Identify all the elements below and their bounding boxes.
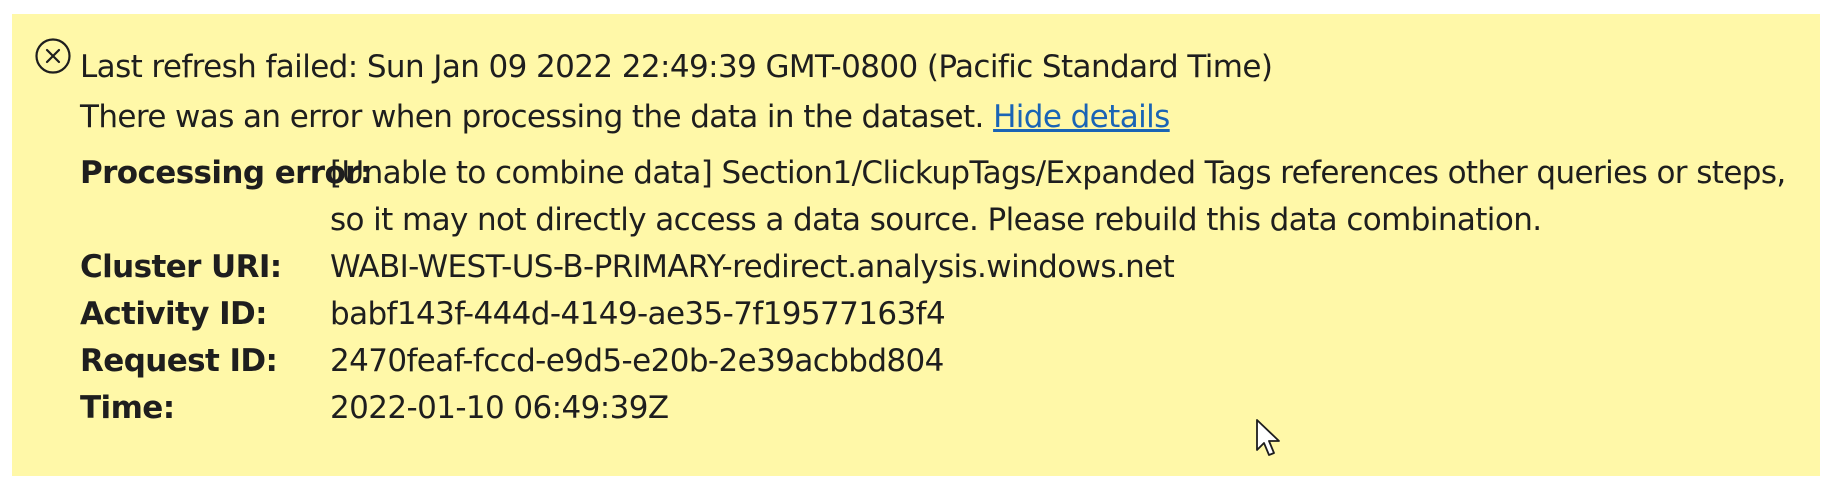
detail-label: Activity ID: [80, 296, 268, 332]
error-details-list: Processing error: [Unable to combine dat… [80, 150, 1810, 432]
error-headline: Last refresh failed: Sun Jan 09 2022 22:… [80, 49, 1273, 85]
detail-value: WABI-WEST-US-B-PRIMARY-redirect.analysis… [330, 249, 1175, 285]
error-message: There was an error when processing the d… [80, 99, 984, 135]
detail-row-request-id: Request ID: 2470feaf-fccd-e9d5-e20b-2e39… [80, 338, 1810, 385]
arrow-pointer-icon [1256, 419, 1280, 456]
error-circle-x-icon [35, 38, 71, 74]
detail-row-processing-error: Processing error: [Unable to combine dat… [80, 150, 1810, 244]
error-message-line: There was an error when processing the d… [80, 94, 1170, 140]
refresh-error-banner: Last refresh failed: Sun Jan 09 2022 22:… [12, 14, 1820, 476]
detail-row-time: Time: 2022-01-10 06:49:39Z [80, 385, 1810, 432]
hide-details-link[interactable]: Hide details [993, 99, 1170, 135]
detail-value: 2022-01-10 06:49:39Z [330, 390, 669, 426]
detail-row-cluster-uri: Cluster URI: WABI-WEST-US-B-PRIMARY-redi… [80, 244, 1810, 291]
detail-label: Request ID: [80, 343, 278, 379]
detail-value: 2470feaf-fccd-e9d5-e20b-2e39acbbd804 [330, 343, 944, 379]
detail-label: Cluster URI: [80, 249, 282, 285]
detail-value: babf143f-444d-4149-ae35-7f19577163f4 [330, 296, 946, 332]
detail-label: Time: [80, 390, 175, 426]
detail-value: [Unable to combine data] Section1/Clicku… [330, 155, 1786, 238]
detail-row-activity-id: Activity ID: babf143f-444d-4149-ae35-7f1… [80, 291, 1810, 338]
detail-label: Processing error: [80, 155, 372, 191]
